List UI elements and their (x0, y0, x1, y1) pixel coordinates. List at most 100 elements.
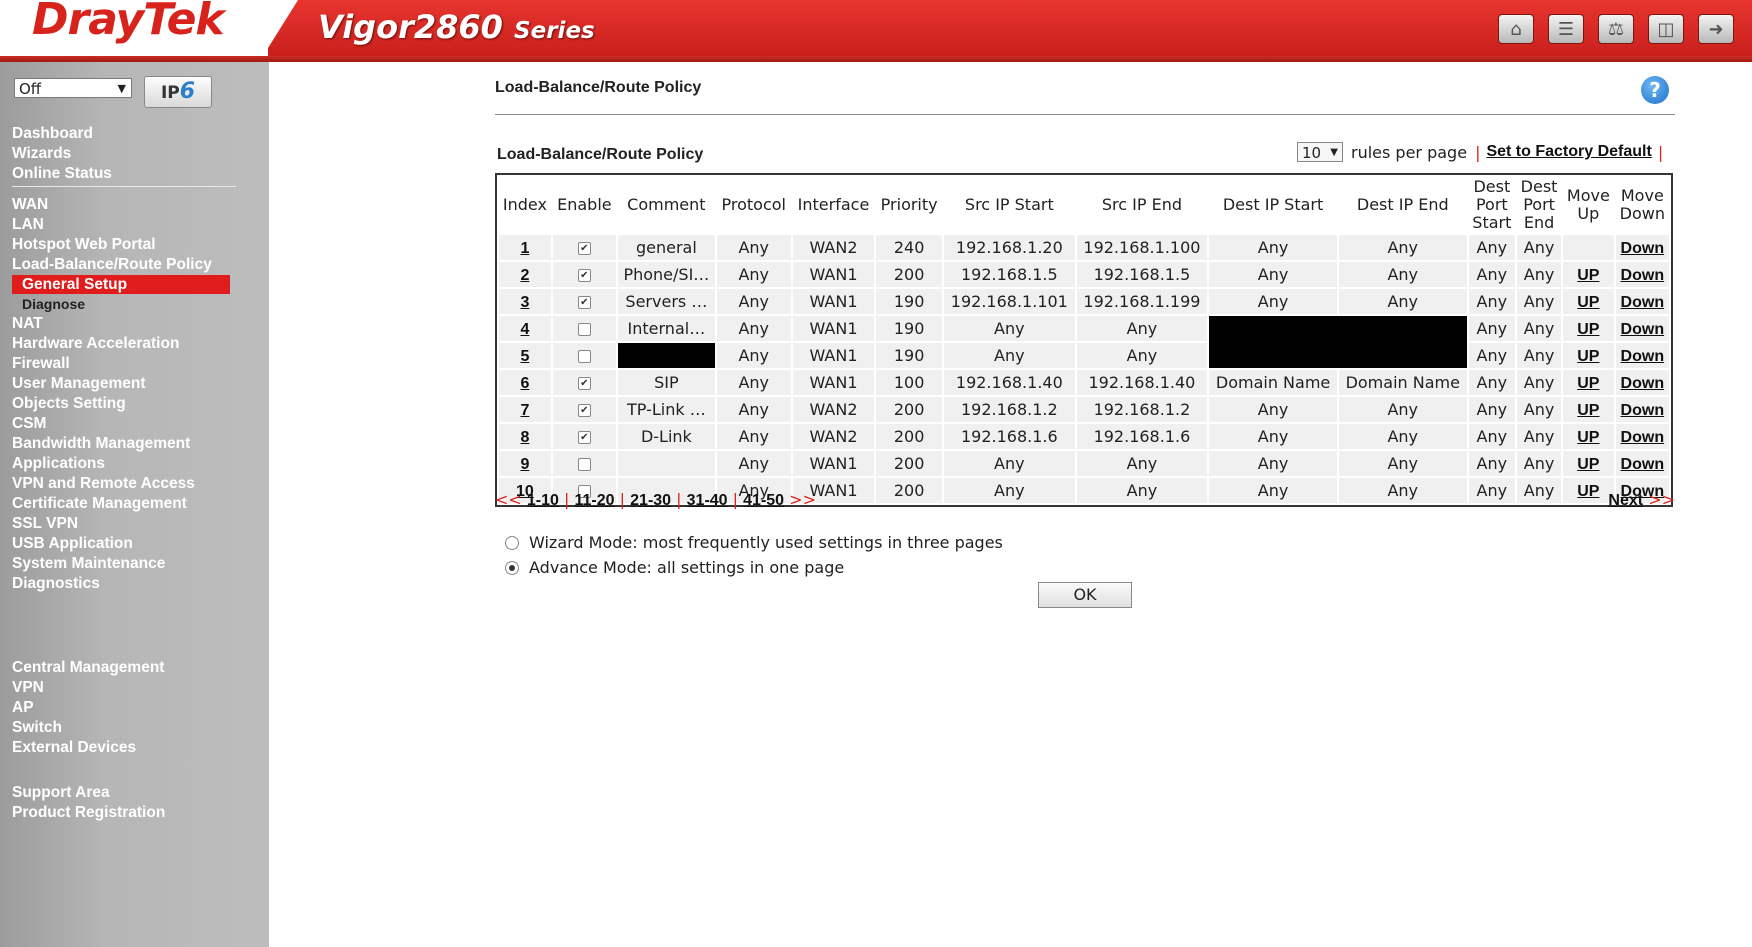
move-down-link[interactable]: Down (1621, 294, 1665, 311)
cell-index: 3 (499, 289, 551, 314)
page-link-41-50[interactable]: 41-50 (743, 492, 784, 509)
move-up-link[interactable]: UP (1577, 429, 1599, 446)
nav-bandwidth-management[interactable]: Bandwidth Management (12, 434, 230, 454)
nav-ssl-vpn[interactable]: SSL VPN (12, 514, 230, 534)
rules-per-page-select[interactable]: 10 ▼ (1297, 142, 1343, 162)
cell-protocol: Any (716, 370, 791, 395)
move-up-link[interactable]: UP (1577, 267, 1599, 284)
nav-ap[interactable]: AP (12, 698, 164, 718)
nav-load-balance-route-policy[interactable]: Load-Balance/Route Policy (12, 255, 230, 275)
enable-checkbox[interactable]: ✔ (577, 404, 591, 417)
page-link-1-10[interactable]: 1-10 (527, 492, 559, 509)
rule-index-link[interactable]: 5 (520, 348, 529, 365)
nav-wan[interactable]: WAN (12, 195, 230, 215)
nav-dashboard[interactable]: Dashboard (12, 124, 112, 144)
nav-wizards[interactable]: Wizards (12, 144, 112, 164)
enable-checkbox[interactable]: ✔ (577, 269, 591, 282)
move-down-link[interactable]: Down (1621, 375, 1665, 392)
move-up-link[interactable]: UP (1577, 375, 1599, 392)
move-down-link[interactable]: Down (1621, 240, 1665, 257)
help-icon[interactable]: ? (1641, 76, 1669, 104)
nav-diagnostics[interactable]: Diagnostics (12, 574, 230, 594)
move-down-link[interactable]: Down (1621, 402, 1665, 419)
mode-select[interactable]: Off ▼ (14, 78, 132, 98)
page-link-31-40[interactable]: 31-40 (687, 492, 728, 509)
cell-dest-ip-end: Domain Name (1338, 370, 1467, 395)
enable-checkbox[interactable] (577, 323, 591, 336)
col-dest-port-start-l3: Start (1472, 213, 1512, 232)
wizard-mode-radio[interactable] (505, 535, 519, 550)
cell-protocol: Any (716, 397, 791, 422)
cell-src-ip-end: Any (1076, 451, 1208, 476)
rule-index-link[interactable]: 9 (520, 456, 529, 473)
nav-system-maintenance[interactable]: System Maintenance (12, 554, 230, 574)
nav-certificate-management[interactable]: Certificate Management (12, 494, 230, 514)
move-down-link[interactable]: Down (1621, 348, 1665, 365)
next-page-link[interactable]: Next (1608, 492, 1643, 509)
cell-dest-ip-end: Any (1338, 451, 1467, 476)
move-up-link[interactable]: UP (1577, 321, 1599, 338)
move-up-link[interactable]: UP (1577, 456, 1599, 473)
nav-central-management[interactable]: Central Management (12, 658, 164, 678)
advance-mode-radio[interactable] (505, 560, 519, 575)
cell-index: 7 (499, 397, 551, 422)
cell-move-down: Down (1615, 451, 1669, 476)
cell-src-ip-end: 192.168.1.199 (1076, 289, 1208, 314)
move-up-link[interactable]: UP (1577, 348, 1599, 365)
nav-hardware-acceleration[interactable]: Hardware Acceleration (12, 334, 230, 354)
table-row: 2 ✔ Phone/SI… Any WAN1 200 192.168.1.5 192.168.… (499, 262, 1669, 287)
nav-general-setup[interactable]: General Setup (12, 275, 230, 294)
enable-checkbox[interactable] (577, 350, 591, 363)
model-name: Vigor2860 Series (318, 8, 595, 46)
wizard-mode-option[interactable]: Wizard Mode: most frequently used settin… (505, 533, 1003, 552)
enable-checkbox[interactable]: ✔ (577, 242, 591, 255)
enable-checkbox[interactable]: ✔ (577, 377, 591, 390)
nav-support-area[interactable]: Support Area (12, 783, 165, 803)
set-factory-default-link[interactable]: Set to Factory Default (1486, 143, 1651, 161)
nav-external-devices[interactable]: External Devices (12, 738, 164, 758)
logout-icon[interactable]: ➜ (1698, 14, 1734, 44)
nav-vpn-remote-access[interactable]: VPN and Remote Access (12, 474, 230, 494)
rule-index-link[interactable]: 7 (520, 402, 529, 419)
nav-lan[interactable]: LAN (12, 215, 230, 235)
move-up-link[interactable]: UP (1577, 294, 1599, 311)
nav-online-status[interactable]: Online Status (12, 164, 112, 184)
home-icon[interactable]: ⌂ (1498, 14, 1534, 44)
enable-checkbox[interactable]: ✔ (577, 431, 591, 444)
rule-index-link[interactable]: 4 (520, 321, 529, 338)
move-up-link[interactable]: UP (1577, 402, 1599, 419)
nav-objects-setting[interactable]: Objects Setting (12, 394, 230, 414)
advance-mode-option[interactable]: Advance Mode: all settings in one page (505, 558, 844, 577)
nav-user-management[interactable]: User Management (12, 374, 230, 394)
enable-checkbox[interactable]: ✔ (577, 296, 591, 309)
move-down-link[interactable]: Down (1621, 429, 1665, 446)
grid-icon[interactable]: ☰ (1548, 14, 1584, 44)
cell-move-down: Down (1615, 397, 1669, 422)
page-link-11-20[interactable]: 11-20 (575, 492, 615, 509)
rule-index-link[interactable]: 8 (520, 429, 529, 446)
page-link-21-30[interactable]: 21-30 (630, 492, 671, 509)
nav-usb-application[interactable]: USB Application (12, 534, 230, 554)
move-down-link[interactable]: Down (1621, 456, 1665, 473)
cell-src-ip-start: 192.168.1.20 (944, 235, 1075, 260)
sliders-icon[interactable]: ⚖ (1598, 14, 1634, 44)
nav-nat[interactable]: NAT (12, 314, 230, 334)
rule-index-link[interactable]: 3 (520, 294, 529, 311)
nav-product-registration[interactable]: Product Registration (12, 803, 165, 823)
ok-button[interactable]: OK (1038, 582, 1132, 608)
enable-checkbox[interactable] (577, 458, 591, 471)
rule-index-link[interactable]: 1 (520, 240, 529, 257)
save-icon[interactable]: ◫ (1648, 14, 1684, 44)
ipv6-button[interactable]: IP6 (144, 76, 212, 108)
nav-hotspot-web-portal[interactable]: Hotspot Web Portal (12, 235, 230, 255)
nav-vpn[interactable]: VPN (12, 678, 164, 698)
nav-applications[interactable]: Applications (12, 454, 230, 474)
move-down-link[interactable]: Down (1621, 267, 1665, 284)
nav-switch[interactable]: Switch (12, 718, 164, 738)
nav-firewall[interactable]: Firewall (12, 354, 230, 374)
rule-index-link[interactable]: 6 (520, 375, 529, 392)
nav-csm[interactable]: CSM (12, 414, 230, 434)
rule-index-link[interactable]: 2 (520, 267, 529, 284)
move-down-link[interactable]: Down (1621, 321, 1665, 338)
nav-diagnose[interactable]: Diagnose (22, 294, 230, 314)
